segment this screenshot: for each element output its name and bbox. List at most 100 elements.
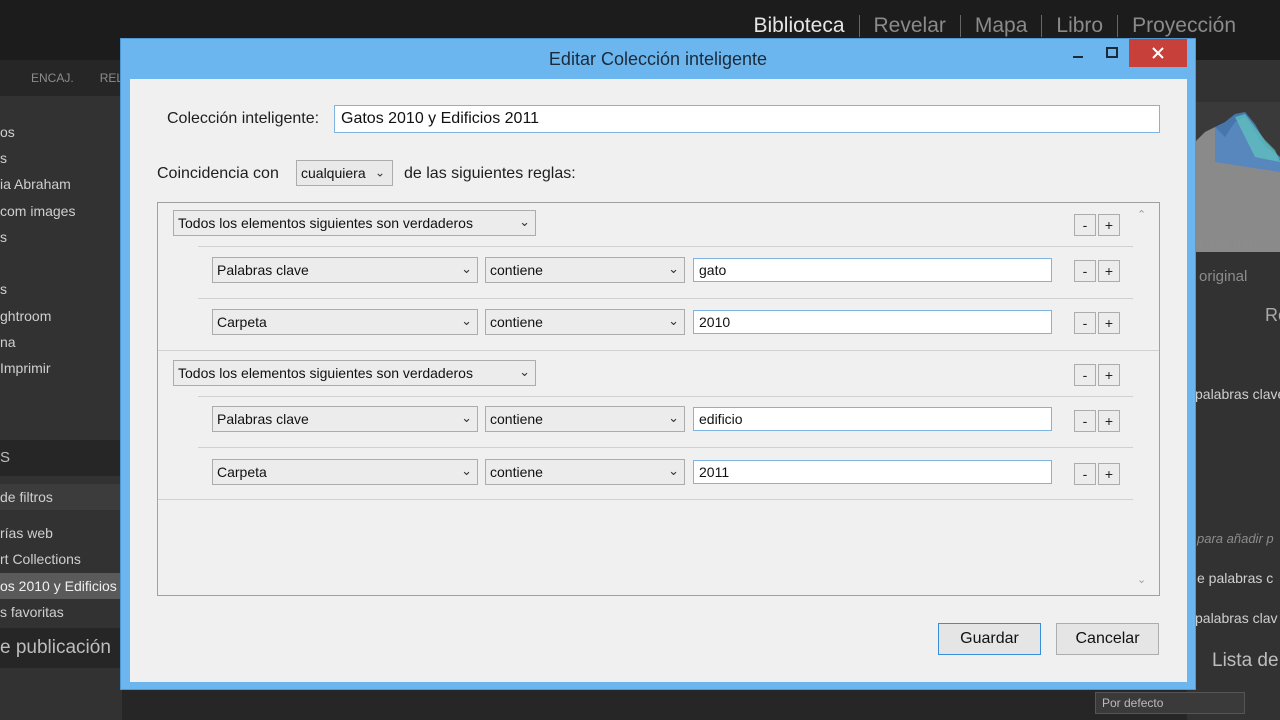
rule-operator-value: contiene — [490, 314, 543, 330]
dialog-title: Editar Colección inteligente — [548, 49, 768, 69]
chevron-down-icon: ⌄ — [374, 165, 385, 180]
collection-name-label: Colección inteligente: — [167, 110, 320, 127]
scroll-up-icon[interactable]: ⌃ — [1137, 208, 1146, 221]
module-libro[interactable]: Libro — [1042, 14, 1117, 38]
sort-select[interactable]: Por defecto — [1095, 692, 1245, 714]
dialog-body: Colección inteligente: Gatos 2010 y Edif… — [130, 79, 1187, 682]
remove-group-button[interactable]: - — [1074, 214, 1096, 236]
remove-rule-button[interactable]: - — [1074, 410, 1096, 432]
plus-icon: + — [1104, 217, 1114, 233]
rule-field-select[interactable]: Palabras clave ⌄ — [212, 257, 478, 283]
collection-item[interactable]: s favoritas — [0, 599, 122, 625]
keyword-list-header[interactable]: Lista de — [1212, 650, 1279, 672]
minus-icon: - — [1082, 217, 1088, 233]
remove-rule-button[interactable]: - — [1074, 312, 1096, 334]
minus-icon: - — [1082, 263, 1088, 279]
filter-collections[interactable]: de filtros — [0, 484, 122, 510]
tab-encajar[interactable]: ENCAJ. — [31, 71, 74, 85]
catalog-item[interactable]: os — [0, 119, 122, 145]
group-condition-select[interactable]: Todos los elementos siguientes son verda… — [173, 210, 536, 236]
row-divider — [198, 298, 1133, 299]
group-divider — [158, 350, 1159, 351]
group-condition-value: Todos los elementos siguientes son verda… — [178, 365, 473, 381]
rule-value-input[interactable]: 2011 — [693, 460, 1052, 484]
rule-operator-select[interactable]: contiene ⌄ — [485, 459, 685, 485]
folder-item[interactable]: s — [0, 276, 122, 302]
add-group-button[interactable]: + — [1098, 364, 1120, 386]
folder-item[interactable]: com images — [0, 198, 122, 224]
remove-rule-button[interactable]: - — [1074, 260, 1096, 282]
folder-item[interactable]: s — [0, 224, 122, 250]
folder-item[interactable]: na — [0, 329, 122, 355]
minus-icon: - — [1082, 315, 1088, 331]
rule-field-select[interactable]: Carpeta ⌄ — [212, 459, 478, 485]
chevron-down-icon: ⌄ — [461, 410, 472, 426]
rule-field-value: Palabras clave — [217, 411, 309, 427]
group-condition-select[interactable]: Todos los elementos siguientes son verda… — [173, 360, 536, 386]
module-revelar[interactable]: Revelar — [860, 14, 960, 38]
rule-field-value: Carpeta — [217, 314, 267, 330]
keyword-set-label: palabras clav — [1195, 610, 1278, 626]
match-select[interactable]: cualquiera ⌄ — [296, 160, 393, 186]
add-group-button[interactable]: + — [1098, 214, 1120, 236]
rule-operator-select[interactable]: contiene ⌄ — [485, 406, 685, 432]
minus-icon: - — [1082, 466, 1088, 482]
rule-operator-value: contiene — [490, 262, 543, 278]
module-nav: Biblioteca Revelar Mapa Libro Proyección — [739, 14, 1250, 38]
dialog-titlebar[interactable]: Editar Colección inteligente — [121, 39, 1195, 79]
chevron-down-icon: ⌄ — [461, 463, 472, 479]
cancel-button[interactable]: Cancelar — [1056, 623, 1159, 655]
save-button[interactable]: Guardar — [938, 623, 1041, 655]
re-label: Re — [1265, 305, 1280, 325]
chevron-down-icon: ⌄ — [668, 410, 679, 426]
add-rule-button[interactable]: + — [1098, 410, 1120, 432]
collection-item[interactable]: rt Collections — [0, 546, 122, 572]
chevron-down-icon: ⌄ — [519, 214, 530, 230]
add-rule-button[interactable]: + — [1098, 260, 1120, 282]
remove-rule-button[interactable]: - — [1074, 463, 1096, 485]
catalog-item[interactable]: s — [0, 145, 122, 171]
smart-collection-dialog: Editar Colección inteligente Colección i… — [120, 38, 1196, 690]
folder-item[interactable]: ghtroom — [0, 303, 122, 329]
scroll-down-icon[interactable]: ⌄ — [1137, 573, 1146, 586]
rule-operator-value: contiene — [490, 411, 543, 427]
match-select-value: cualquiera — [301, 165, 366, 181]
collections-header[interactable]: S — [0, 440, 122, 476]
collection-item[interactable]: rías web — [0, 520, 122, 546]
folder-item[interactable]: Imprimir — [0, 355, 122, 381]
maximize-button[interactable] — [1095, 39, 1129, 67]
rule-operator-select[interactable]: contiene ⌄ — [485, 257, 685, 283]
module-proyeccion[interactable]: Proyección — [1118, 14, 1250, 38]
row-divider — [198, 396, 1133, 397]
collection-name-input[interactable]: Gatos 2010 y Edificios 2011 — [334, 105, 1160, 133]
rule-value-input[interactable]: edificio — [693, 407, 1052, 431]
rule-value-text: 2011 — [699, 464, 730, 480]
minus-icon: - — [1082, 413, 1088, 429]
tab-rellenar[interactable]: REL — [100, 71, 122, 85]
rule-value-input[interactable]: gato — [693, 258, 1052, 282]
collection-name-value: Gatos 2010 y Edificios 2011 — [341, 110, 540, 127]
rule-operator-select[interactable]: contiene ⌄ — [485, 309, 685, 335]
original-label: original — [1199, 268, 1248, 285]
row-divider — [198, 246, 1133, 247]
minimize-icon — [1073, 56, 1083, 58]
rule-value-input[interactable]: 2010 — [693, 310, 1052, 334]
remove-group-button[interactable]: - — [1074, 364, 1096, 386]
rule-field-value: Palabras clave — [217, 262, 309, 278]
rule-field-select[interactable]: Carpeta ⌄ — [212, 309, 478, 335]
publish-services-header[interactable]: e publicación — [0, 628, 122, 668]
save-button-label: Guardar — [960, 630, 1019, 647]
module-mapa[interactable]: Mapa — [961, 14, 1042, 38]
plus-icon: + — [1104, 466, 1114, 482]
module-biblioteca[interactable]: Biblioteca — [739, 14, 858, 38]
rule-field-select[interactable]: Palabras clave ⌄ — [212, 406, 478, 432]
minimize-button[interactable] — [1061, 39, 1095, 67]
folder-item[interactable]: ia Abraham — [0, 171, 122, 197]
add-rule-button[interactable]: + — [1098, 312, 1120, 334]
keywords-label: palabras clave — [1195, 386, 1280, 402]
add-rule-button[interactable]: + — [1098, 463, 1120, 485]
collection-item-selected[interactable]: os 2010 y Edificios — [0, 573, 122, 599]
rule-field-value: Carpeta — [217, 464, 267, 480]
group-condition-value: Todos los elementos siguientes son verda… — [178, 215, 473, 231]
close-button[interactable] — [1129, 39, 1187, 67]
